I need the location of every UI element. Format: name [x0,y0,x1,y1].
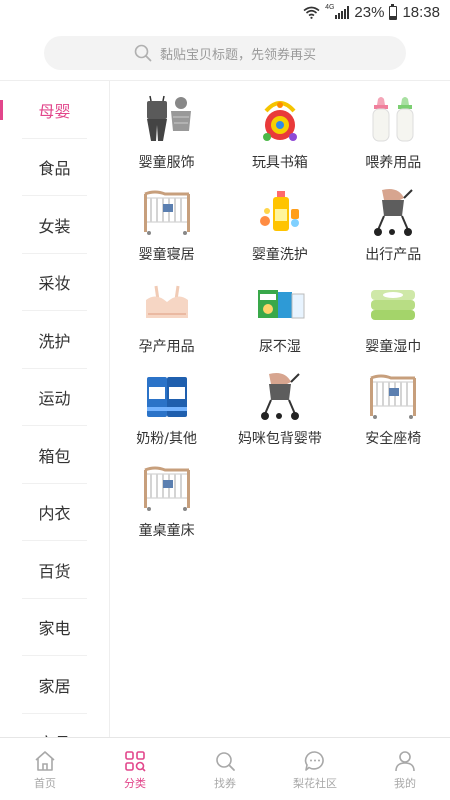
sidebar-item-label: 家电 [38,619,71,639]
sidebar-item-label: 箱包 [38,446,71,466]
chat-icon [304,751,324,771]
category-label: 婴童湿巾 [365,339,422,355]
category-label: 奶粉/其他 [136,431,197,447]
wet-wipes-icon [365,276,421,332]
sidebar-item-bags[interactable]: 箱包 [0,426,109,484]
tab-coupon[interactable]: 找券 [180,738,270,800]
tab-label: 梨花社区 [293,777,337,790]
sidebar-item-label: 采妆 [38,274,71,294]
category-item[interactable]: 妈咪包背婴带 [223,368,336,460]
home-icon [35,751,55,771]
search-icon [134,44,152,62]
category-item[interactable]: 出行产品 [337,184,450,276]
battery-icon [389,3,398,20]
tab-home[interactable]: 首页 [0,738,90,800]
user-icon [395,751,415,772]
category-item[interactable]: 奶粉/其他 [110,368,223,460]
sidebar-item-stationery[interactable]: 文具 [0,714,109,737]
category-item[interactable]: 玩具书箱 [223,92,336,184]
category-label: 出行产品 [365,247,422,263]
category-label: 孕产用品 [138,339,195,355]
toy-icon [252,92,308,148]
sidebar-item-label: 文具 [38,730,70,737]
tab-label: 我的 [394,777,416,790]
status-bar: 4G 23% 18:38 [0,0,450,26]
sidebar-item-label: 内衣 [38,504,71,524]
wifi-icon [303,6,320,19]
baby-clothes-icon [139,92,195,148]
sidebar-item-general[interactable]: 百货 [0,541,109,599]
sidebar-item-label: 女装 [38,216,71,236]
category-item[interactable]: 婴童洗护 [223,184,336,276]
category-label: 喂养用品 [365,155,422,171]
crib-icon [139,460,195,516]
sidebar-item-underwear[interactable]: 内衣 [0,484,109,542]
sidebar-item-label: 运动 [38,389,71,409]
search-icon [216,752,235,771]
sidebar-item-label: 食品 [38,159,71,179]
maternity-bra-icon [139,276,195,332]
category-label: 婴童寝居 [138,247,195,263]
category-item[interactable]: 尿不湿 [223,276,336,368]
category-label: 童桌童床 [138,523,195,539]
sidebar-item-label: 洗护 [38,331,71,351]
category-item[interactable]: 安全座椅 [337,368,450,460]
tab-label: 首页 [34,777,56,790]
battery-percent: 23% [354,4,385,21]
tab-category[interactable]: 分类 [90,738,180,800]
stroller-icon [252,368,308,424]
feeding-bottle-icon [365,92,421,148]
category-sidebar[interactable]: 母婴 食品 女装 采妆 洗护 运动 箱包 内衣 百货 家电 家居 文具 [0,81,110,737]
category-label: 婴童服饰 [138,155,195,171]
category-label: 玩具书箱 [251,155,308,171]
category-label: 妈咪包背婴带 [237,431,322,447]
subcategory-grid: 婴童服饰 玩具书箱 喂养用品 婴童寝居 婴童洗护 出行产品 孕产用品 尿不湿 婴… [110,92,450,552]
crib-icon [139,184,195,240]
tab-label: 找券 [214,777,236,790]
stroller-icon [365,184,421,240]
sidebar-item-label: 母婴 [38,101,71,121]
sidebar-item-makeup[interactable]: 采妆 [0,254,109,312]
category-label: 尿不湿 [258,339,301,355]
search-bar[interactable]: 黏贴宝贝标题，先领券再买 [44,36,406,70]
baby-care-icon [252,184,308,240]
sidebar-item-sports[interactable]: 运动 [0,369,109,427]
sidebar-item-appliances[interactable]: 家电 [0,599,109,657]
tab-profile[interactable]: 我的 [360,738,450,800]
category-label: 安全座椅 [365,431,422,447]
category-item[interactable]: 婴童湿巾 [337,276,450,368]
sidebar-item-home[interactable]: 家居 [0,656,109,714]
sidebar-item-wash[interactable]: 洗护 [0,311,109,369]
category-item[interactable]: 喂养用品 [337,92,450,184]
milk-powder-icon [139,368,195,424]
crib-icon [365,368,421,424]
sidebar-item-food[interactable]: 食品 [0,139,109,197]
network-type: 4G [325,4,335,11]
status-icons: 4G 23% 18:38 [303,3,440,21]
clock: 18:38 [402,4,440,21]
category-label: 婴童洗护 [251,247,308,263]
sidebar-item-womens[interactable]: 女装 [0,196,109,254]
diaper-icon [252,276,308,332]
category-item[interactable]: 婴童寝居 [110,184,223,276]
sidebar-item-label: 百货 [38,561,71,581]
sidebar-item-muying[interactable]: 母婴 [0,81,109,139]
category-item[interactable]: 孕产用品 [110,276,223,368]
tab-label: 分类 [124,777,146,790]
category-item[interactable]: 童桌童床 [110,460,223,552]
category-icon [125,751,146,772]
sidebar-item-label: 家居 [38,676,71,696]
signal-icon [335,6,350,19]
page: 4G 23% 18:38 黏贴宝贝标题，先领券再买 母婴 食品 女装 采妆 洗护… [0,0,450,800]
bottom-tab-bar: 首页 分类 找券 梨花社区 我的 [0,737,450,800]
search-placeholder: 黏贴宝贝标题，先领券再买 [159,47,316,63]
category-item[interactable]: 婴童服饰 [110,92,223,184]
tab-community[interactable]: 梨花社区 [270,738,360,800]
